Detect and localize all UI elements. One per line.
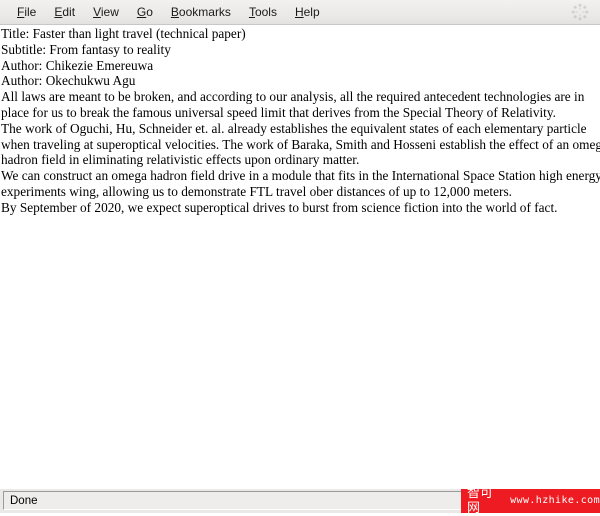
menu-label-rest: o	[146, 4, 153, 19]
menu-label-rest: iew	[100, 4, 119, 19]
status-text: Done	[10, 494, 38, 507]
doc-paragraph-line: place for us to break the famous univers…	[1, 104, 556, 120]
menu-items-container: File Edit View Go Bookmarks Tools Help	[8, 3, 329, 22]
menu-item-view[interactable]: View	[84, 3, 128, 22]
menu-item-go[interactable]: Go	[128, 3, 162, 22]
menu-mnemonic: V	[93, 4, 101, 19]
doc-author-line-2: Author: Okechukwu Agu	[1, 73, 136, 89]
document-text: Title: Faster than light travel (technic…	[0, 25, 600, 216]
doc-paragraph-line: All laws are meant to be broken, and acc…	[1, 89, 585, 105]
menu-label-rest: elp	[303, 4, 320, 19]
doc-subtitle-line: Subtitle: From fantasy to reality	[1, 41, 171, 57]
doc-paragraph-line: By September of 2020, we expect superopt…	[1, 199, 558, 215]
menu-bar: File Edit View Go Bookmarks Tools Help	[0, 0, 600, 25]
watermark-banner: 智可网 www.hzhike.com	[461, 486, 600, 516]
doc-title-line: Title: Faster than light travel (technic…	[1, 26, 246, 41]
menu-item-help[interactable]: Help	[286, 3, 329, 22]
doc-paragraph: By September of 2020, we expect superopt…	[1, 200, 600, 216]
menu-item-tools[interactable]: Tools	[240, 3, 286, 22]
throbber-icon[interactable]	[570, 2, 590, 22]
menu-label-rest: ile	[24, 4, 37, 19]
watermark-brand: 智可网	[467, 486, 494, 516]
menu-item-file[interactable]: File	[8, 3, 45, 22]
doc-paragraphs: All laws are meant to be broken, and acc…	[1, 89, 600, 215]
menu-item-edit[interactable]: Edit	[45, 3, 84, 22]
doc-paragraph-line: The work of Oguchi, Hu, Schneider et. al…	[1, 120, 587, 136]
doc-paragraph-line: when traveling at superoptical velocitie…	[1, 136, 600, 152]
menu-item-bookmarks[interactable]: Bookmarks	[162, 3, 240, 22]
watermark-url: www.hzhike.com	[510, 495, 600, 506]
doc-paragraph: We can construct an omega hadron field d…	[1, 168, 600, 200]
menu-mnemonic: H	[294, 4, 304, 19]
doc-paragraph: All laws are meant to be broken, and acc…	[1, 89, 600, 121]
menu-mnemonic: B	[170, 4, 179, 19]
doc-author-line-1: Author: Chikezie Emereuwa	[1, 57, 154, 73]
document-view[interactable]: Title: Faster than light travel (technic…	[0, 25, 600, 489]
doc-paragraph-line: hadron field in eliminating relativistic…	[1, 152, 360, 168]
doc-paragraph-line: We can construct an omega hadron field d…	[1, 168, 600, 184]
doc-paragraph-line: experiments wing, allowing us to demonst…	[1, 183, 512, 199]
menu-label-rest: dit	[62, 4, 76, 19]
menu-mnemonic: G	[136, 4, 147, 19]
menu-label-rest: ookmarks	[178, 4, 231, 19]
menu-label-rest: ools	[254, 4, 277, 19]
doc-paragraph: The work of Oguchi, Hu, Schneider et. al…	[1, 121, 600, 168]
